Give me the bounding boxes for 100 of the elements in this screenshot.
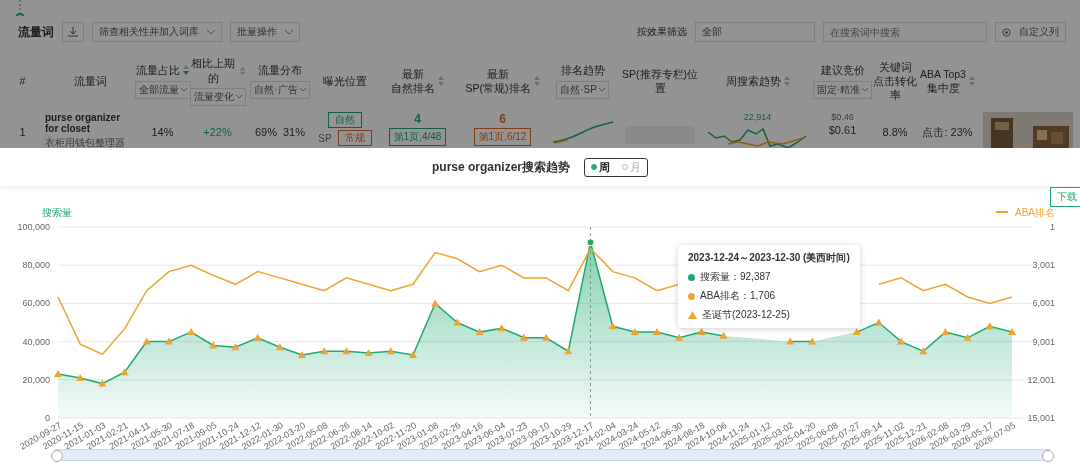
tooltip-text: ABA排名：1,706	[700, 289, 776, 303]
keyword-translation: 衣柜用钱包整理器	[45, 136, 125, 148]
column-header: 相比上期的	[190, 56, 237, 85]
holiday-marker	[320, 347, 329, 355]
caret-icon	[207, 29, 215, 35]
column-header: 流量占比	[136, 63, 180, 78]
column-header: 周搜索趋势	[725, 73, 781, 89]
download-icon	[67, 26, 79, 38]
sort-icon[interactable]	[783, 76, 790, 86]
holiday-marker	[409, 350, 417, 358]
bid-value: $0.61	[828, 124, 857, 136]
slider-handle[interactable]	[1042, 450, 1054, 462]
section-title: 流量词	[18, 23, 54, 41]
holiday-marker	[76, 373, 85, 381]
holiday-marker	[808, 337, 817, 345]
exposure-tag: 自然	[328, 112, 362, 128]
tooltip-title: 2023-12-24～2023-12-30 (美西时间)	[688, 251, 850, 265]
table-cell: 14%	[151, 126, 174, 138]
column-header: ABA Top3 集中度	[920, 66, 966, 96]
exposure-tag: 常规	[337, 130, 372, 146]
y-tick-label: 1	[1050, 222, 1055, 232]
holiday-marker	[120, 368, 129, 376]
period-option[interactable]: 月	[620, 159, 643, 175]
holiday-marker	[519, 333, 528, 341]
slider-handle[interactable]	[51, 450, 63, 462]
column-header: #	[19, 73, 26, 89]
y-tick-label: 60,000	[22, 298, 50, 309]
download-button[interactable]: 下载	[1050, 187, 1080, 207]
holiday-marker	[231, 343, 240, 351]
holiday-marker	[298, 350, 307, 358]
sp-label: SP	[318, 132, 332, 144]
holiday-marker	[941, 328, 950, 336]
y-tick-label: 6,001	[1032, 298, 1055, 309]
rank-value: 6	[499, 112, 506, 126]
sort-icon[interactable]	[438, 76, 444, 86]
holiday-marker	[364, 349, 373, 357]
tooltip-text: 搜索量：92,387	[700, 270, 771, 284]
relevance-select[interactable]: 筛查相关性并加入词库	[92, 22, 222, 42]
holiday-marker	[564, 347, 573, 355]
holiday-marker	[874, 318, 883, 326]
y-tick-label: 20,000	[22, 374, 50, 385]
holiday-marker	[630, 328, 639, 336]
holiday-marker	[164, 337, 173, 345]
holiday-marker	[542, 333, 551, 341]
holiday-marker	[608, 322, 617, 330]
settings-icon	[1002, 27, 1011, 37]
column-header: 关键词 点击转化率	[872, 59, 918, 103]
column-filter[interactable]: 全部流量	[134, 80, 191, 99]
column-filter[interactable]: 自然·广告	[250, 80, 310, 99]
y-tick-label: 40,000	[22, 336, 50, 347]
y-tick-label: 3,001	[1032, 260, 1055, 271]
caret-icon	[862, 87, 869, 92]
sort-icon[interactable]	[968, 76, 975, 86]
column-header: 最新 自然排名	[391, 66, 435, 96]
holiday-marker	[342, 347, 351, 355]
column-filter[interactable]: 自然·SP	[556, 80, 609, 99]
peak-value: 22,914	[743, 112, 772, 122]
holiday-marker	[475, 328, 484, 336]
holiday-marker	[187, 328, 196, 336]
caret-icon	[598, 87, 605, 92]
search-field[interactable]: 在搜索词中搜索	[823, 22, 987, 42]
batch-select[interactable]: 批量操作	[230, 22, 300, 42]
table-cell: 69%	[254, 126, 277, 138]
y-tick-label: 80,000	[22, 260, 50, 271]
holiday-marker	[675, 333, 684, 341]
table-cell: 8.8%	[882, 126, 908, 138]
table-cell: 31%	[283, 126, 306, 138]
sort-icon[interactable]	[183, 65, 189, 76]
column-header: 建议竞价	[820, 63, 865, 78]
filter-select[interactable]: 全部	[695, 22, 815, 42]
tooltip-text: 圣诞节(2023-12-25)	[702, 308, 790, 322]
holiday-marker	[653, 328, 661, 336]
column-filter[interactable]: 固定·精准	[812, 80, 873, 99]
y-tick-label: 9,001	[1032, 336, 1055, 347]
caret-icon	[299, 87, 306, 92]
period-option[interactable]: 周	[589, 159, 612, 175]
bid-range: $0.46	[831, 112, 854, 122]
highlight-point	[586, 238, 595, 247]
holiday-marker	[1008, 328, 1016, 336]
rank-sparkline	[552, 120, 613, 144]
holiday-marker	[497, 324, 506, 332]
sort-icon[interactable]	[239, 65, 245, 76]
rank-page: 第1页,4/48	[388, 128, 447, 146]
column-header: 排名趋势	[560, 63, 605, 78]
holiday-marker	[275, 343, 284, 351]
axis-title: 搜索量	[42, 207, 72, 218]
rank-page: 第1页,6/12	[473, 128, 532, 146]
column-header: 流量词	[73, 73, 107, 89]
column-filter[interactable]: 流量变化	[189, 87, 246, 106]
sort-icon[interactable]	[533, 76, 540, 86]
column-header: 流量分布	[258, 63, 302, 78]
y-tick-label: 15,001	[1027, 413, 1055, 423]
holiday-marker	[985, 322, 994, 330]
holiday-marker	[719, 331, 728, 339]
table-cell: 点击: 23%	[922, 124, 973, 140]
holiday-marker	[786, 337, 795, 345]
keyword[interactable]: purse organizer for closet	[45, 112, 135, 134]
export-button[interactable]	[62, 22, 84, 42]
custom-columns-button[interactable]: 自定义列	[995, 22, 1066, 42]
holiday-marker	[98, 379, 107, 387]
